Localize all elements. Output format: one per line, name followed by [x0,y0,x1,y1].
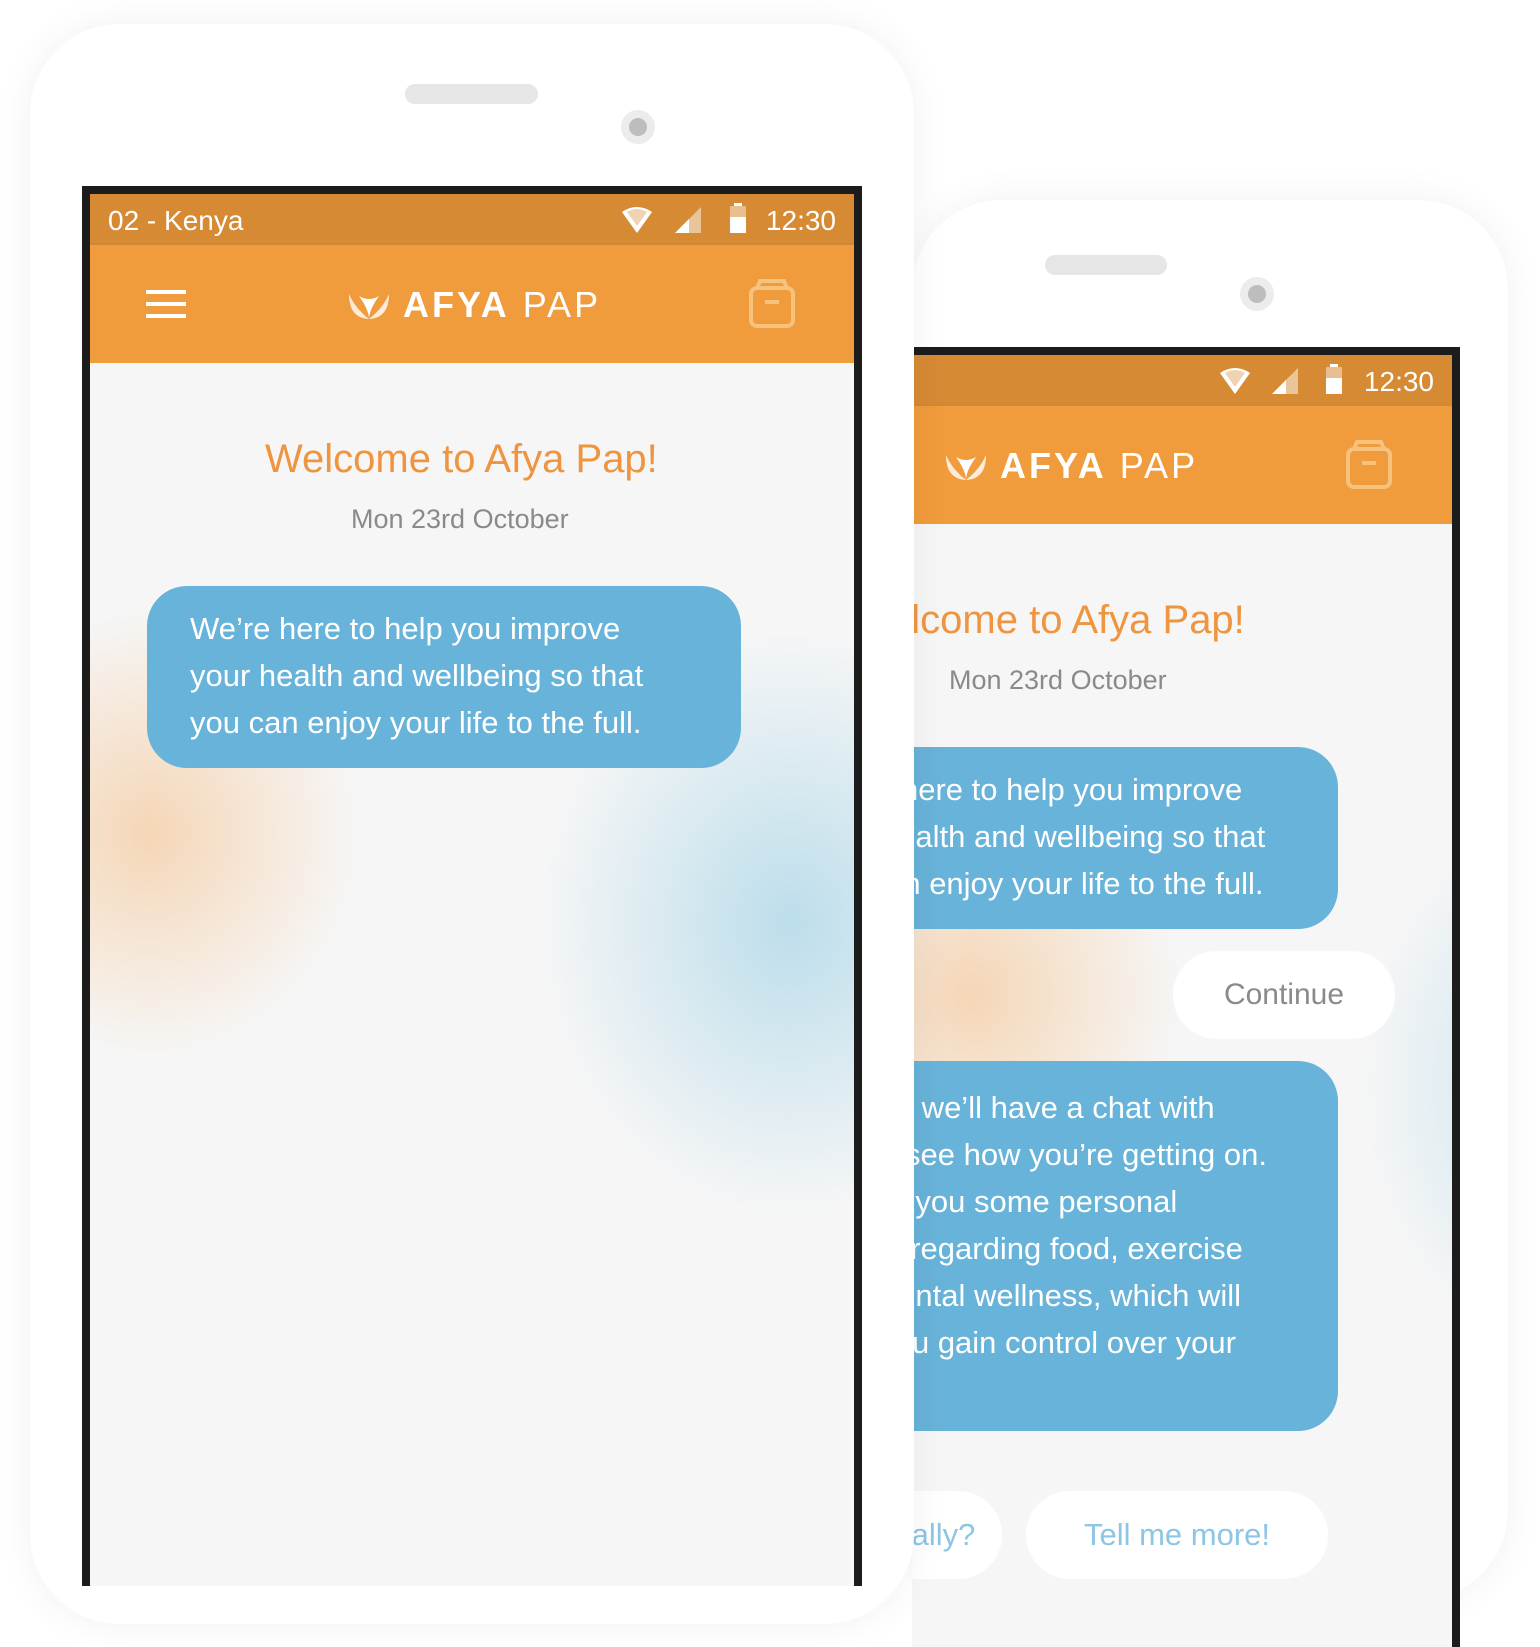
status-time: 12:30 [1363,366,1434,397]
battery-icon [730,203,746,233]
really-button[interactable]: Really? [912,1491,1002,1579]
speaker-grille [1045,255,1167,275]
carrier-name: 02 - Kenya [108,205,244,236]
wifi-icon [1220,368,1250,394]
bot-message: Weekly we’ll have a chat with you to see… [912,1061,1338,1431]
continue-button[interactable]: Continue [1173,951,1395,1039]
signal-icon [675,207,701,233]
tell-me-more-button[interactable]: Tell me more! [1026,1491,1328,1579]
back-phone-screen: 12:30 AFYA PAP Welcome to Afya Pap! Mon … [912,347,1460,1647]
bag-icon[interactable] [1346,439,1392,489]
welcome-title: Welcome to Afya Pap! [912,598,1245,642]
battery-icon [1326,364,1342,394]
hamburger-icon[interactable] [146,290,186,318]
front-camera [621,110,655,144]
leaf-logo-icon [944,453,988,481]
front-phone-screen: 02 - Kenya 12:30 AFYA PAP Welcome to Afy… [82,186,862,1586]
leaf-logo-icon [347,292,391,320]
brand-wordmark: AFYA PAP [403,284,602,325]
date-label: Mon 23rd October [351,504,569,534]
status-bar: 02 - Kenya 12:30 [90,194,854,245]
wifi-icon [622,207,652,233]
bot-message: We’re here to help you improve your heal… [912,747,1338,929]
brand-wordmark: AFYA PAP [1000,445,1199,486]
app-toolbar: AFYA PAP [912,406,1452,524]
app-toolbar: AFYA PAP [90,245,854,363]
chat-area[interactable]: Welcome to Afya Pap! Mon 23rd October We… [912,524,1452,1647]
date-label: Mon 23rd October [949,665,1167,695]
status-time: 12:30 [765,205,836,236]
welcome-title: Welcome to Afya Pap! [265,437,658,481]
bag-icon[interactable] [749,278,795,328]
chat-area[interactable]: Welcome to Afya Pap! Mon 23rd October We… [90,363,854,1586]
bot-message: We’re here to help you improve your heal… [147,586,741,768]
signal-icon [1272,368,1298,394]
status-bar: 12:30 [912,355,1452,406]
speaker-grille [405,84,538,104]
front-camera [1240,277,1274,311]
